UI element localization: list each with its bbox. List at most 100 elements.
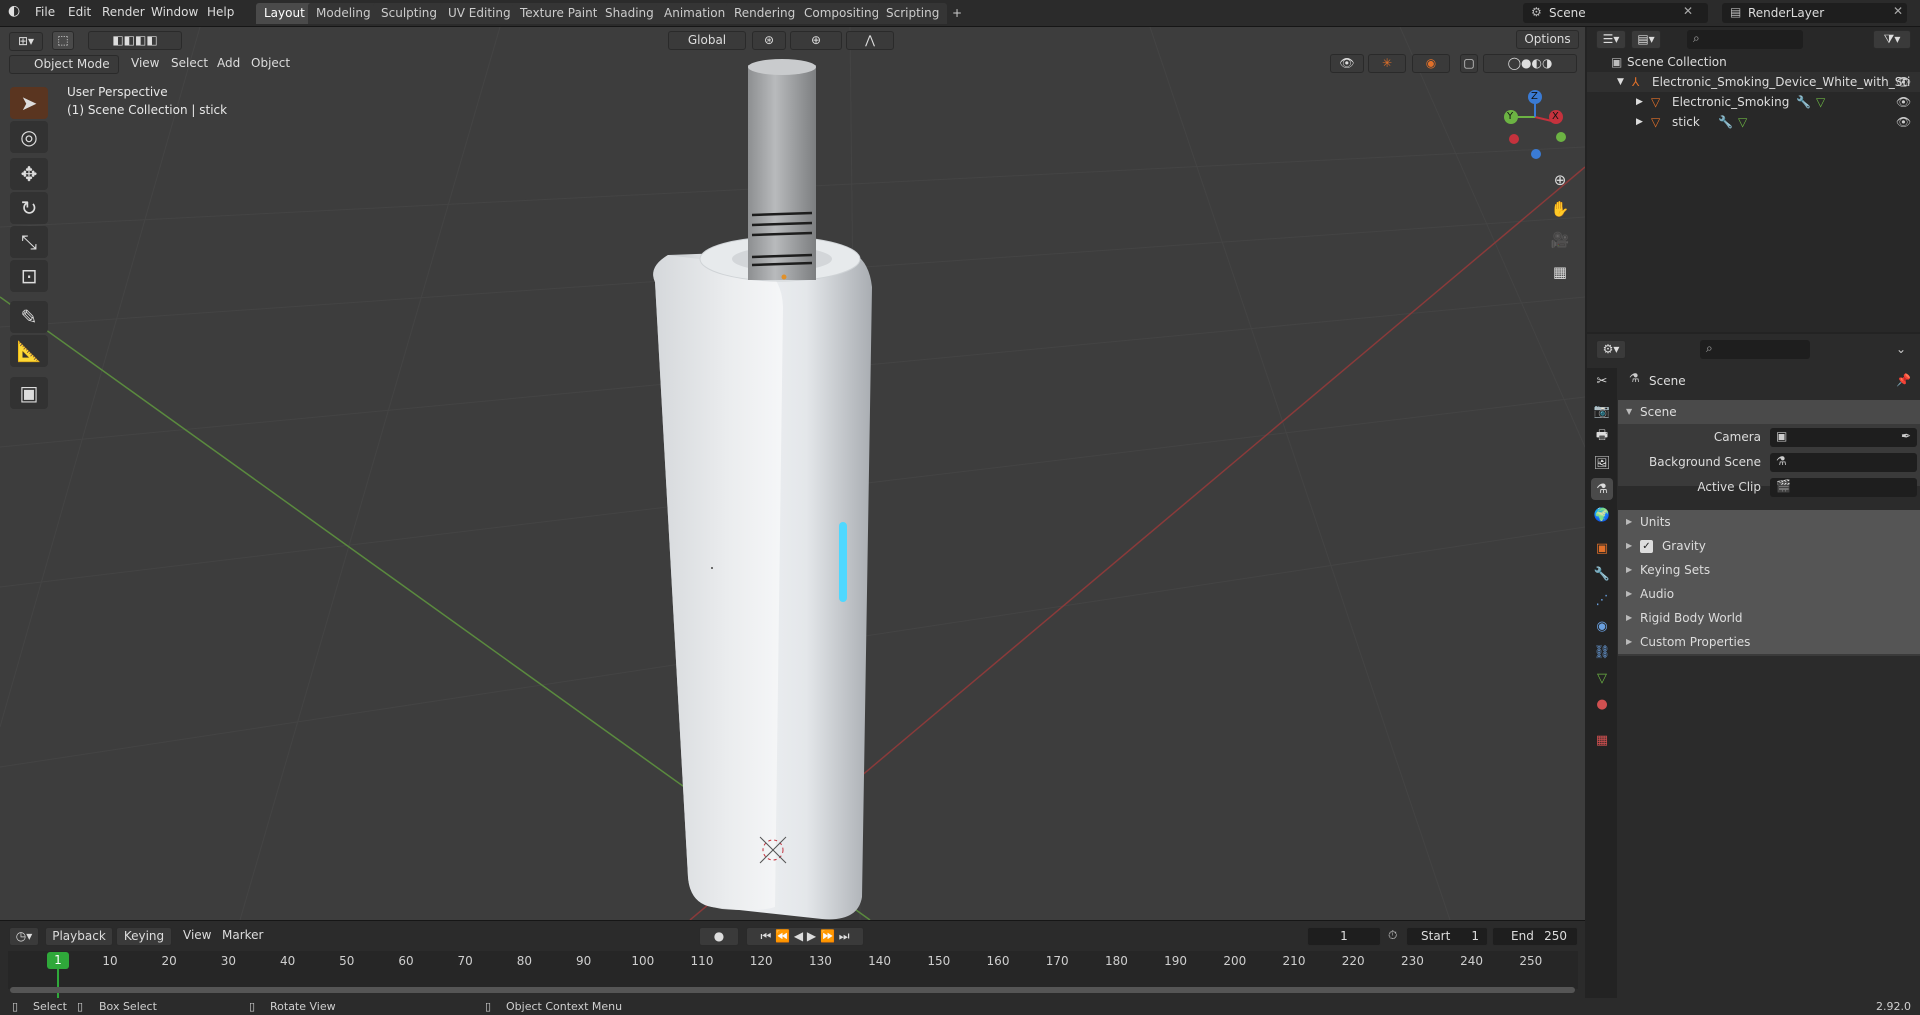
close-layer-icon[interactable]: ✕ (1893, 4, 1903, 18)
annotate-tool[interactable]: ✎ (10, 301, 48, 333)
playback-controls[interactable]: ⏮ ⏪ ◀ ▶ ⏩ ⏭ (746, 927, 864, 946)
cursor-tool[interactable]: ◎ (10, 121, 48, 153)
playback-dropdown[interactable]: Playback (45, 927, 113, 946)
units-panel-header[interactable]: ▶ Units (1618, 510, 1920, 534)
menu-view[interactable]: View (131, 56, 159, 70)
collapse-arrow-icon[interactable]: ▶ (1636, 92, 1643, 112)
data-tab-icon[interactable]: ▽ (1591, 667, 1613, 689)
render-tab-icon[interactable]: 📷 (1591, 400, 1613, 422)
tab-uv-editing[interactable]: UV Editing (440, 3, 519, 24)
pin-icon[interactable]: 📌 (1896, 373, 1911, 387)
keying-sets-panel-header[interactable]: ▶ Keying Sets (1618, 558, 1920, 582)
menu-edit[interactable]: Edit (68, 5, 91, 19)
zoom-button[interactable]: ⊕ (1548, 168, 1572, 192)
properties-editor-type[interactable]: ⚙▾ (1596, 340, 1626, 359)
outliner-search-input[interactable]: ⌕ (1687, 30, 1803, 49)
output-tab-icon[interactable]: 🖶 (1591, 426, 1613, 448)
visibility-eye-icon[interactable]: 👁 (1896, 112, 1911, 132)
measure-tool[interactable]: 📐 (10, 335, 48, 367)
camera-field[interactable]: ▣ ✒ (1770, 428, 1917, 447)
custom-properties-panel-header[interactable]: ▶ Custom Properties (1618, 630, 1920, 654)
view-layer-selector[interactable]: RenderLayer (1722, 3, 1907, 23)
constraints-tab-icon[interactable]: ⛓ (1591, 641, 1613, 663)
background-scene-field[interactable]: ⚗ (1770, 453, 1917, 472)
menu-render[interactable]: Render (102, 5, 145, 19)
mesh-data-icon[interactable]: ▽ (1816, 92, 1825, 112)
menu-add[interactable]: Add (217, 56, 240, 70)
select-box-tool[interactable]: ➤ (10, 87, 48, 119)
gravity-panel-header[interactable]: ▶ ✓ Gravity (1618, 534, 1920, 558)
outliner-row-electronic-smoking[interactable]: ▶ ▽ Electronic_Smoking 🔧 ▽ 👁 (1587, 92, 1920, 112)
texture-tab-icon[interactable]: ▦ (1591, 729, 1613, 751)
snap-button[interactable]: ⊕ (790, 31, 842, 50)
tab-layout[interactable]: Layout (256, 3, 313, 24)
particles-tab-icon[interactable]: ⋰ (1591, 589, 1613, 611)
options-button[interactable]: Options (1516, 30, 1579, 49)
modifier-wrench-icon[interactable]: 🔧 (1718, 112, 1733, 132)
3d-viewport[interactable]: X Y Z ⊞▾ ⬚ ◧◧◧◧ Global ⊛ ⊕ ⋀ Options Obj… (0, 27, 1585, 920)
visibility-eye-icon[interactable]: 👁 (1896, 92, 1911, 112)
tab-rendering[interactable]: Rendering (726, 3, 804, 24)
xray-button[interactable]: ▢ (1460, 54, 1478, 73)
pivot-point-button[interactable]: ⊛ (752, 31, 786, 50)
scene-selector[interactable]: Scene (1523, 3, 1708, 23)
ortho-toggle-button[interactable]: ▦ (1548, 260, 1572, 284)
menu-object[interactable]: Object (251, 56, 290, 70)
eyedropper-icon[interactable]: ✒ (1901, 429, 1911, 443)
filter-button[interactable]: ⧩▾ (1873, 30, 1911, 49)
editor-type-button[interactable]: ⊞▾ (9, 32, 43, 51)
proportional-edit-button[interactable]: ⋀ (846, 31, 894, 50)
frame-marker[interactable]: 1 (47, 952, 69, 969)
tab-scripting[interactable]: Scripting (878, 3, 948, 24)
tool-tab-icon[interactable]: ✂ (1591, 370, 1613, 392)
rotate-tool[interactable]: ↻ (10, 192, 48, 224)
physics-tab-icon[interactable]: ◉ (1591, 615, 1613, 637)
timeline-menu-marker[interactable]: Marker (222, 928, 263, 942)
outliner-row-scene-collection[interactable]: ▣ Scene Collection (1587, 52, 1920, 72)
keying-dropdown[interactable]: Keying (116, 927, 172, 946)
world-tab-icon[interactable]: 🌍 (1591, 504, 1613, 526)
visibility-eye-icon[interactable]: 👁 (1896, 72, 1911, 92)
gizmo-y-label[interactable]: Y (1507, 111, 1513, 122)
collapse-arrow-icon[interactable]: ▶ (1636, 112, 1643, 132)
timeline-scrollbar[interactable] (10, 987, 1575, 993)
blender-logo-icon[interactable]: ◐ (8, 3, 20, 19)
scale-tool[interactable]: ⤡ (10, 226, 48, 258)
visibility-button[interactable]: 👁 (1330, 54, 1364, 73)
move-tool[interactable]: ✥ (10, 158, 48, 190)
expand-arrow-icon[interactable]: ▼ (1617, 72, 1624, 92)
tab-modeling[interactable]: Modeling (308, 3, 379, 24)
close-icon[interactable]: ✕ (1683, 4, 1693, 18)
tab-shading[interactable]: Shading (597, 3, 662, 24)
current-frame-field[interactable]: 1 (1307, 927, 1381, 946)
gizmo-toggle-button[interactable]: ✳ (1368, 54, 1406, 73)
outliner-row-device[interactable]: ▼ ⅄ Electronic_Smoking_Device_White_with… (1587, 72, 1920, 92)
tab-animation[interactable]: Animation (656, 3, 734, 24)
timeline-editor-type[interactable]: ◷▾ (9, 927, 39, 946)
view-layer-tab-icon[interactable]: 🖼 (1591, 452, 1613, 474)
rigid-body-panel-header[interactable]: ▶ Rigid Body World (1618, 606, 1920, 630)
object-tab-icon[interactable]: ▣ (1591, 537, 1613, 559)
clock-icon[interactable]: ⏱ (1388, 928, 1397, 943)
end-frame-field[interactable]: End 250 (1492, 927, 1578, 946)
tab-compositing[interactable]: Compositing (796, 3, 888, 24)
record-button[interactable]: ● (699, 927, 739, 946)
transform-orientation-dropdown[interactable]: Global (668, 31, 746, 50)
modifier-tab-icon[interactable]: 🔧 (1591, 563, 1613, 585)
scene-tab-icon[interactable]: ⚗ (1591, 478, 1613, 500)
material-tab-icon[interactable]: ● (1591, 693, 1613, 715)
camera-view-button[interactable]: 🎥 (1548, 228, 1572, 252)
mode-dropdown[interactable]: Object Mode (9, 55, 119, 74)
overlay-toggle-button[interactable]: ◉ (1412, 54, 1450, 73)
add-cube-tool[interactable]: ▣ (10, 377, 48, 409)
menu-window[interactable]: Window (151, 5, 198, 19)
modifier-wrench-icon[interactable]: 🔧 (1796, 92, 1811, 112)
menu-file[interactable]: File (35, 5, 55, 19)
mesh-data-icon[interactable]: ▽ (1738, 112, 1747, 132)
display-mode-button[interactable]: ▤▾ (1631, 30, 1661, 49)
gizmo-z-label[interactable]: Z (1531, 91, 1538, 102)
selection-mode-group[interactable]: ◧◧◧◧ (88, 31, 182, 50)
gravity-checkbox[interactable]: ✓ (1640, 540, 1653, 553)
menu-help[interactable]: Help (207, 5, 234, 19)
audio-panel-header[interactable]: ▶ Audio (1618, 582, 1920, 606)
